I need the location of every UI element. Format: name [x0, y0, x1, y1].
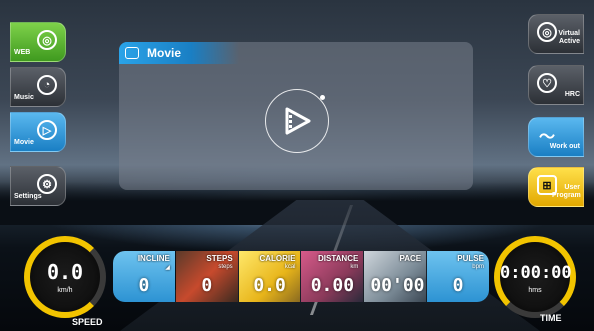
tile-incline: INCLINE ◢ 0 [113, 251, 175, 302]
distance-label: DISTANCE [318, 254, 359, 263]
movie-play-icon [285, 107, 311, 135]
menu-label-user-program: User Program [552, 184, 581, 199]
incline-label: INCLINE [137, 254, 170, 263]
menu-button-user-program[interactable]: ⊞ User Program [528, 167, 584, 207]
menu-button-virtual-active[interactable]: ◎ Virtual Active [528, 14, 584, 54]
steps-unit: steps [218, 264, 233, 270]
distance-value: 0.00 [310, 275, 355, 296]
menu-button-hrc[interactable]: ♡ HRC [528, 65, 584, 105]
incline-value: 0 [138, 275, 150, 296]
menu-button-movie[interactable]: ▷ Movie [10, 112, 66, 152]
calorie-label: CALORIE [259, 254, 296, 263]
menu-label-movie: Movie [14, 139, 34, 146]
workout-wave-icon: 〜 [538, 129, 555, 146]
settings-user-icon: ⚙ [37, 174, 57, 194]
time-gauge[interactable]: 0:00:00 hms [494, 236, 576, 318]
virtual-active-icon: ◎ [537, 22, 557, 42]
tile-pace: PACE 00'00" [364, 251, 427, 302]
time-label: TIME [540, 313, 562, 323]
tile-distance: DISTANCE km 0.00 [301, 251, 364, 302]
treadmill-console-screen: ◎ WEB ◔ Music ▷ Movie ⚙ Settings ◎ Virtu… [0, 0, 594, 331]
menu-label-virtual-active: Virtual Active [558, 30, 580, 45]
globe-icon: ◎ [37, 30, 57, 50]
distance-unit: km [350, 264, 359, 270]
pulse-value: 0 [452, 275, 464, 296]
movie-panel-title: Movie [147, 46, 182, 60]
pace-value: 00'00" [370, 275, 426, 296]
tile-steps: STEPS steps 0 [175, 251, 238, 302]
menu-label-settings: Settings [14, 193, 42, 200]
menu-button-settings[interactable]: ⚙ Settings [10, 166, 66, 206]
calorie-value: 0.0 [253, 275, 286, 296]
movie-panel: Movie [119, 42, 473, 190]
speed-gauge[interactable]: 0.0 km/h [24, 236, 106, 318]
music-disc-icon: ◔ [37, 75, 57, 95]
pace-label: PACE [399, 254, 422, 263]
menu-button-music[interactable]: ◔ Music [10, 67, 66, 107]
movie-panel-header: Movie [119, 42, 239, 64]
heart-rate-icon: ♡ [537, 73, 557, 93]
pulse-label: PULSE [457, 254, 484, 263]
menu-label-workout: Work out [549, 143, 580, 150]
pulse-unit: bpm [472, 264, 484, 270]
movie-play-button[interactable] [265, 89, 329, 153]
menu-button-workout[interactable]: 〜 Work out [528, 117, 584, 157]
steps-value: 0 [201, 275, 213, 296]
calorie-unit: kcal [284, 264, 296, 270]
menu-button-web[interactable]: ◎ WEB [10, 22, 66, 62]
tile-calorie: CALORIE kcal 0.0 [238, 251, 301, 302]
steps-label: STEPS [206, 254, 233, 263]
stat-tiles: INCLINE ◢ 0 STEPS steps 0 CALORIE kcal 0… [113, 251, 489, 302]
speed-value: 0.0 [46, 260, 84, 284]
time-value: 0:00:00 [500, 263, 572, 283]
play-ring-dot [320, 95, 325, 100]
menu-label-web: WEB [14, 49, 31, 56]
movie-header-icon [125, 47, 139, 59]
movie-icon: ▷ [37, 120, 57, 140]
time-unit: hms [528, 287, 542, 294]
incline-icon: ◢ [165, 265, 170, 271]
speed-label: SPEED [72, 317, 103, 327]
speed-unit: km/h [57, 287, 73, 294]
tile-pulse: PULSE bpm 0 [427, 251, 489, 302]
menu-label-music: Music [14, 94, 34, 101]
menu-label-hrc: HRC [564, 91, 580, 98]
